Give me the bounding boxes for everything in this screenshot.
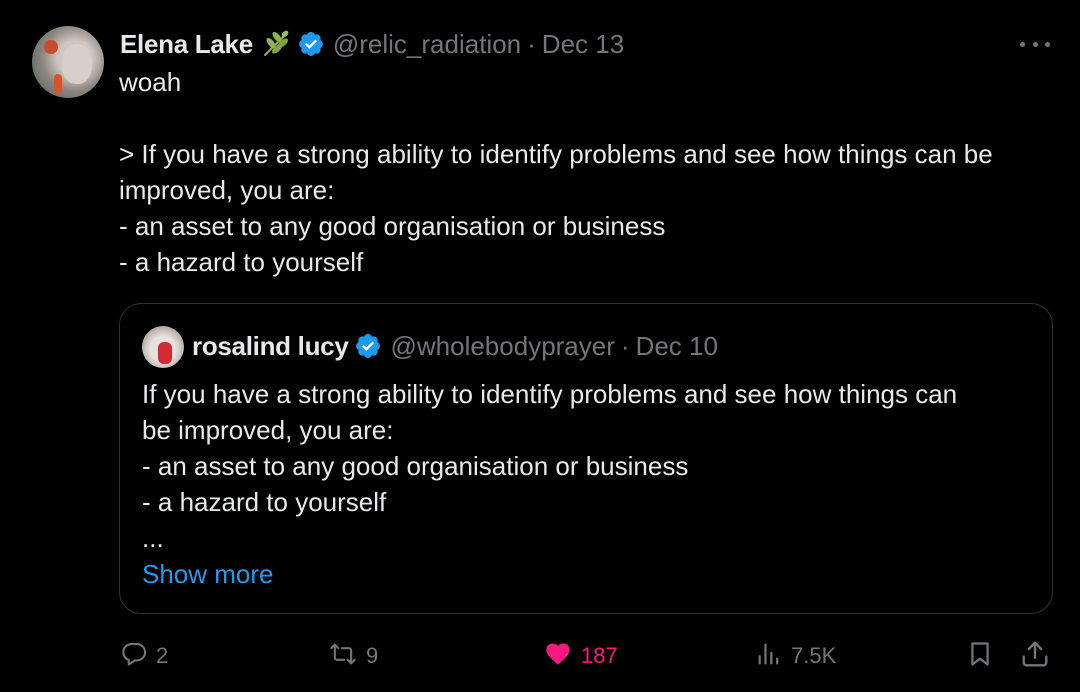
author-display-name[interactable]: Elena Lake — [120, 29, 253, 60]
more-options-icon[interactable] — [1020, 34, 1050, 54]
verified-badge-icon[interactable] — [297, 30, 325, 58]
quote-text-line: If you have a strong ability to identify… — [142, 379, 958, 409]
views-chart-icon — [755, 640, 783, 673]
tweet-header: Elena Lake @relic_radiation · Dec 13 — [120, 26, 624, 62]
quote-display-name[interactable]: rosalind lucy — [192, 331, 349, 362]
tweet-text-line — [119, 100, 1069, 136]
quote-text-line: - a hazard to yourself — [142, 487, 387, 517]
separator: · — [620, 330, 630, 361]
quote-date[interactable]: Dec 10 — [636, 331, 718, 362]
like-count: 187 — [581, 643, 618, 668]
retweet-count: 9 — [366, 643, 379, 668]
views-button[interactable]: 7.5K — [755, 636, 836, 676]
tweet-text-line: - a hazard to yourself — [119, 247, 364, 277]
action-bar: 2 9 187 7.5K — [0, 636, 1080, 676]
tweet-date[interactable]: Dec 13 — [542, 29, 624, 60]
views-count: 7.5K — [791, 643, 837, 668]
reply-icon — [120, 640, 148, 673]
retweet-icon — [328, 640, 358, 673]
reply-count: 2 — [156, 643, 169, 668]
separator: · — [527, 28, 536, 59]
quote-avatar[interactable] — [142, 326, 184, 368]
author-handle[interactable]: @relic_radiation — [333, 29, 521, 60]
share-button[interactable] — [1020, 636, 1050, 676]
bookmark-button[interactable] — [966, 636, 994, 676]
tweet-text-line: improved, you are: — [119, 175, 335, 205]
quote-handle[interactable]: @wholebodyprayer — [390, 331, 614, 362]
reply-button[interactable]: 2 — [120, 636, 168, 676]
show-more-link[interactable]: Show more — [142, 556, 274, 592]
like-button[interactable]: 187 — [543, 636, 618, 676]
quote-text-line: - an asset to any good organisation or b… — [142, 451, 689, 481]
tweet-text-line: - an asset to any good organisation or b… — [119, 211, 666, 241]
quote-text: If you have a strong ability to identify… — [142, 376, 1032, 556]
retweet-button[interactable]: 9 — [328, 636, 378, 676]
quote-text-line: be improved, you are: — [142, 415, 394, 445]
tweet-text-line: > If you have a strong ability to identi… — [119, 139, 993, 169]
avatar[interactable] — [32, 26, 104, 98]
quote-header: rosalind lucy @wholebodyprayer · Dec 10 — [192, 328, 718, 364]
heart-icon — [543, 640, 573, 673]
share-icon — [1020, 639, 1050, 674]
tweet-text: woah > If you have a strong ability to i… — [119, 64, 1069, 280]
herb-emoji-icon — [261, 29, 291, 59]
tweet: Elena Lake @relic_radiation · Dec 13 woa… — [0, 0, 1080, 692]
quote-text-line: ... — [142, 523, 164, 553]
bookmark-icon — [966, 639, 994, 674]
verified-badge-icon[interactable] — [354, 332, 382, 360]
tweet-text-line: woah — [119, 67, 182, 97]
quoted-tweet[interactable]: rosalind lucy @wholebodyprayer · Dec 10 … — [119, 303, 1053, 614]
